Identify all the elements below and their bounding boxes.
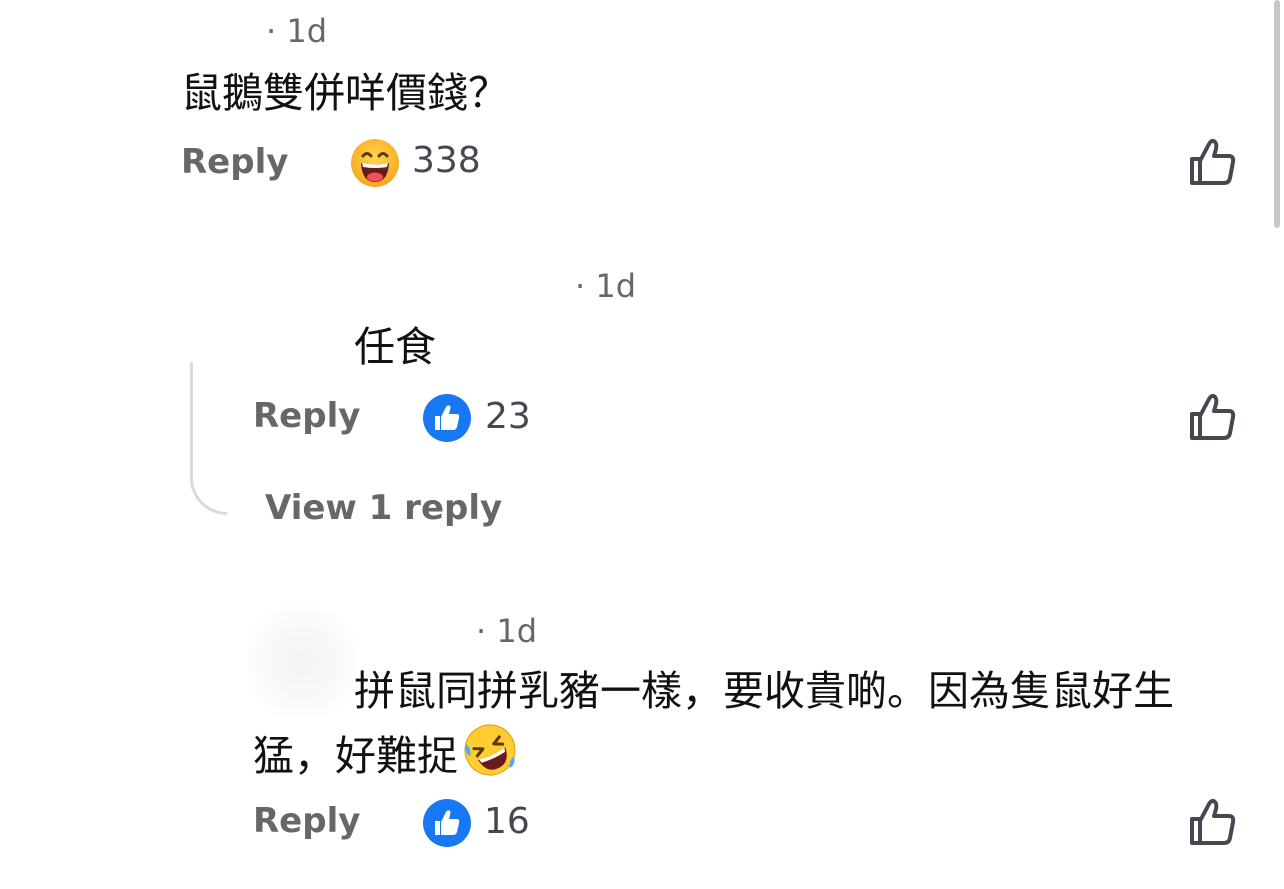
reaction-count[interactable]: 16 — [484, 801, 530, 842]
reply-button[interactable]: Reply — [253, 801, 360, 841]
rolling-on-floor-laughing-emoji-icon — [462, 722, 518, 793]
like-button[interactable] — [1184, 134, 1240, 194]
comment-timestamp: · 1d — [476, 612, 538, 650]
comment-text: 任食 — [354, 323, 436, 371]
comment-text-line-2-text: 猛，好難捉 — [253, 732, 458, 780]
blurred-commenter-name — [248, 606, 356, 718]
comment-text-line-2: 猛，好難捉 — [253, 722, 518, 793]
reaction-count[interactable]: 338 — [412, 140, 481, 181]
thread-connector-line — [190, 362, 227, 515]
reply-button[interactable]: Reply — [253, 396, 360, 436]
reply-button[interactable]: Reply — [181, 142, 288, 182]
reaction-count[interactable]: 23 — [485, 396, 531, 437]
like-button[interactable] — [1184, 794, 1240, 854]
like-reaction-icon[interactable] — [422, 798, 472, 852]
laughing-emoji-icon[interactable] — [350, 138, 400, 192]
comment-text: 鼠鵝雙併咩價錢？ — [181, 69, 509, 117]
comment-timestamp: · 1d — [575, 267, 637, 305]
scrollbar[interactable] — [1274, 0, 1280, 228]
like-button[interactable] — [1184, 389, 1240, 449]
comment-text-line-1: 拼鼠同拼乳豬一樣，要收貴啲。因為隻鼠好生 — [354, 667, 1174, 715]
like-reaction-icon[interactable] — [422, 393, 472, 447]
comment-timestamp: · 1d — [266, 12, 328, 50]
view-replies-link[interactable]: View 1 reply — [265, 488, 502, 528]
